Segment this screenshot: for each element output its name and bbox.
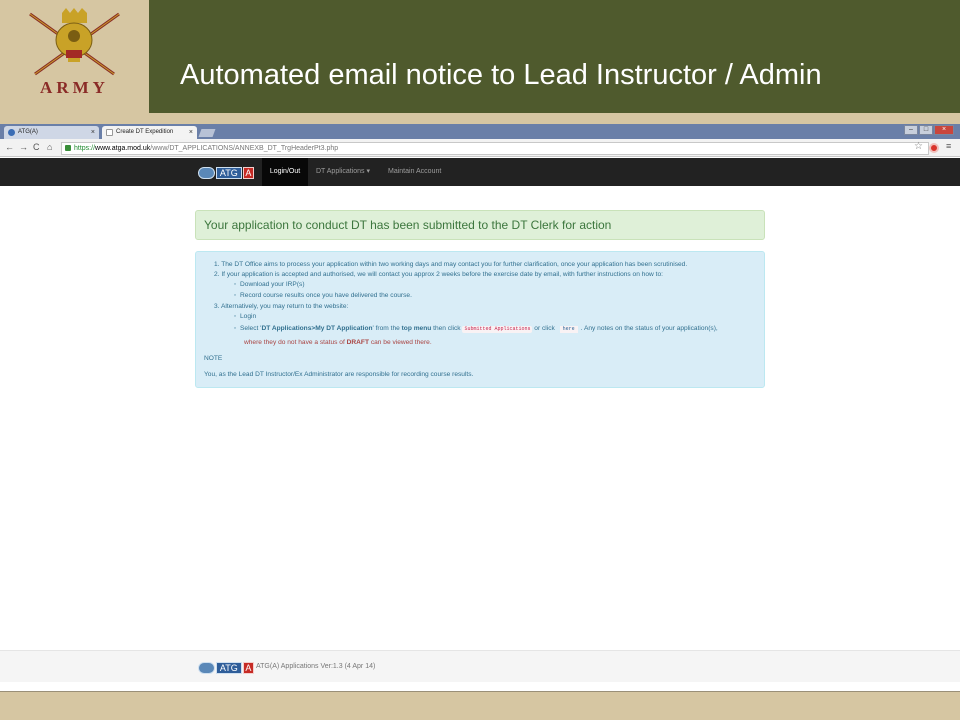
menu-path: DT Applications>My DT Application [261, 325, 373, 332]
close-icon[interactable]: × [189, 126, 193, 139]
extension-icon[interactable] [929, 143, 939, 153]
screenshot-bottom-edge [0, 684, 960, 692]
info-panel: 1. The DT Office aims to process your ap… [195, 251, 765, 388]
app-footer: ATG A ATG(A) Applications Ver:1.3 (4 Apr… [0, 650, 960, 682]
back-icon[interactable]: ← [5, 142, 14, 153]
brand-atg: ATG [215, 167, 242, 179]
info-item-2-bullet-2: ◦ Record course results once you have de… [234, 292, 412, 299]
brand-a: A [242, 662, 254, 674]
page-icon [106, 129, 113, 136]
maximize-icon[interactable]: □ [919, 125, 933, 135]
nav-dt-applications[interactable]: DT Applications ▾ [316, 158, 370, 186]
slide-header: ARMY Automated email notice to Lead Inst… [0, 0, 960, 113]
bullet-text: Record course results once you have deli… [240, 292, 412, 299]
note-label: NOTE [204, 355, 223, 362]
info-item-2-bullet-1: ◦ Download your IRP(s) [234, 281, 305, 288]
info-item-3: 3. Alternatively, you may return to the … [214, 303, 349, 310]
top-menu-text: top menu [401, 325, 432, 332]
here-link[interactable]: here [559, 326, 578, 333]
new-tab-button[interactable] [198, 129, 216, 137]
browser-tab-create-dt[interactable]: Create DT Expedition × [102, 126, 197, 139]
reload-icon[interactable]: C [33, 142, 40, 153]
draft-prefix: where they do not have a status of [244, 339, 347, 346]
globe-icon [198, 662, 215, 674]
tab-label: Create DT Expedition [116, 129, 174, 135]
select-mid: ' from the [372, 325, 402, 332]
globe-icon [198, 167, 215, 179]
browser-screenshot: ATG(A) × Create DT Expedition × – □ × ← … [0, 124, 960, 692]
tab-label: ATG(A) [18, 129, 38, 135]
draft-note-line: where they do not have a status of DRAFT… [244, 339, 432, 347]
url-domain: www.atga.mod.uk [95, 145, 151, 152]
footer-brand-logo: ATG A [198, 661, 254, 675]
army-logo-panel: ARMY [0, 0, 149, 113]
atga-brand-logo[interactable]: ATG A [198, 166, 254, 180]
info-item-2: 2. If your application is accepted and a… [214, 271, 663, 278]
select-then: then click [431, 325, 463, 332]
url-path: /www/DT_APPLICATIONS/ANNEXB_DT_TrgHeader… [150, 145, 339, 152]
bullet-text: Download your IRP(s) [240, 281, 305, 288]
or-click: or click [532, 325, 557, 332]
info-item-3-bullet-1: ◦ Login [234, 313, 257, 320]
browser-tab-bar: ATG(A) × Create DT Expedition × – □ × [0, 124, 960, 139]
draft-status: DRAFT [346, 339, 369, 346]
brand-a: A [242, 167, 254, 179]
lock-icon [65, 145, 71, 151]
nav-maintain-account[interactable]: Maintain Account [388, 158, 441, 186]
address-bar: ← → C ⌂ https://www.atga.mod.uk/www/DT_A… [0, 139, 960, 157]
home-icon[interactable]: ⌂ [47, 142, 52, 153]
nav-login-out[interactable]: Login/Out [262, 158, 308, 186]
browser-tab-atga[interactable]: ATG(A) × [4, 126, 99, 139]
globe-icon [8, 129, 15, 136]
app-navbar: ATG A Login/Out DT Applications ▾ Mainta… [0, 158, 960, 186]
window-controls: – □ × [904, 125, 954, 136]
select-suffix: . Any notes on the status of your applic… [580, 325, 718, 332]
minimize-icon[interactable]: – [904, 125, 918, 135]
info-item-3-bullet-2: ◦ Select 'DT Applications>My DT Applicat… [234, 325, 718, 333]
star-icon[interactable]: ☆ [914, 141, 923, 152]
forward-icon[interactable]: → [19, 142, 28, 153]
success-alert: Your application to conduct DT has been … [195, 210, 765, 240]
note-text: You, as the Lead DT Instructor/Ex Admini… [204, 371, 474, 378]
crest-icon [29, 8, 120, 76]
select-prefix: Select ' [240, 325, 262, 332]
info-item-1: 1. The DT Office aims to process your ap… [214, 261, 688, 268]
bullet-text: Login [240, 313, 257, 320]
submitted-applications-link[interactable]: Submitted Applications [462, 326, 533, 333]
footer-version: ATG(A) Applications Ver:1.3 (4 Apr 14) [256, 663, 376, 670]
url-input[interactable]: https://www.atga.mod.uk/www/DT_APPLICATI… [61, 142, 929, 155]
slide-title: Automated email notice to Lead Instructo… [180, 59, 822, 91]
url-scheme: https:// [74, 145, 96, 152]
brand-atg: ATG [215, 662, 242, 674]
window-close-icon[interactable]: × [934, 125, 954, 135]
close-icon[interactable]: × [91, 126, 95, 139]
menu-icon[interactable]: ≡ [946, 141, 951, 151]
army-wordmark: ARMY [40, 78, 109, 97]
draft-suffix: can be viewed there. [368, 339, 432, 346]
